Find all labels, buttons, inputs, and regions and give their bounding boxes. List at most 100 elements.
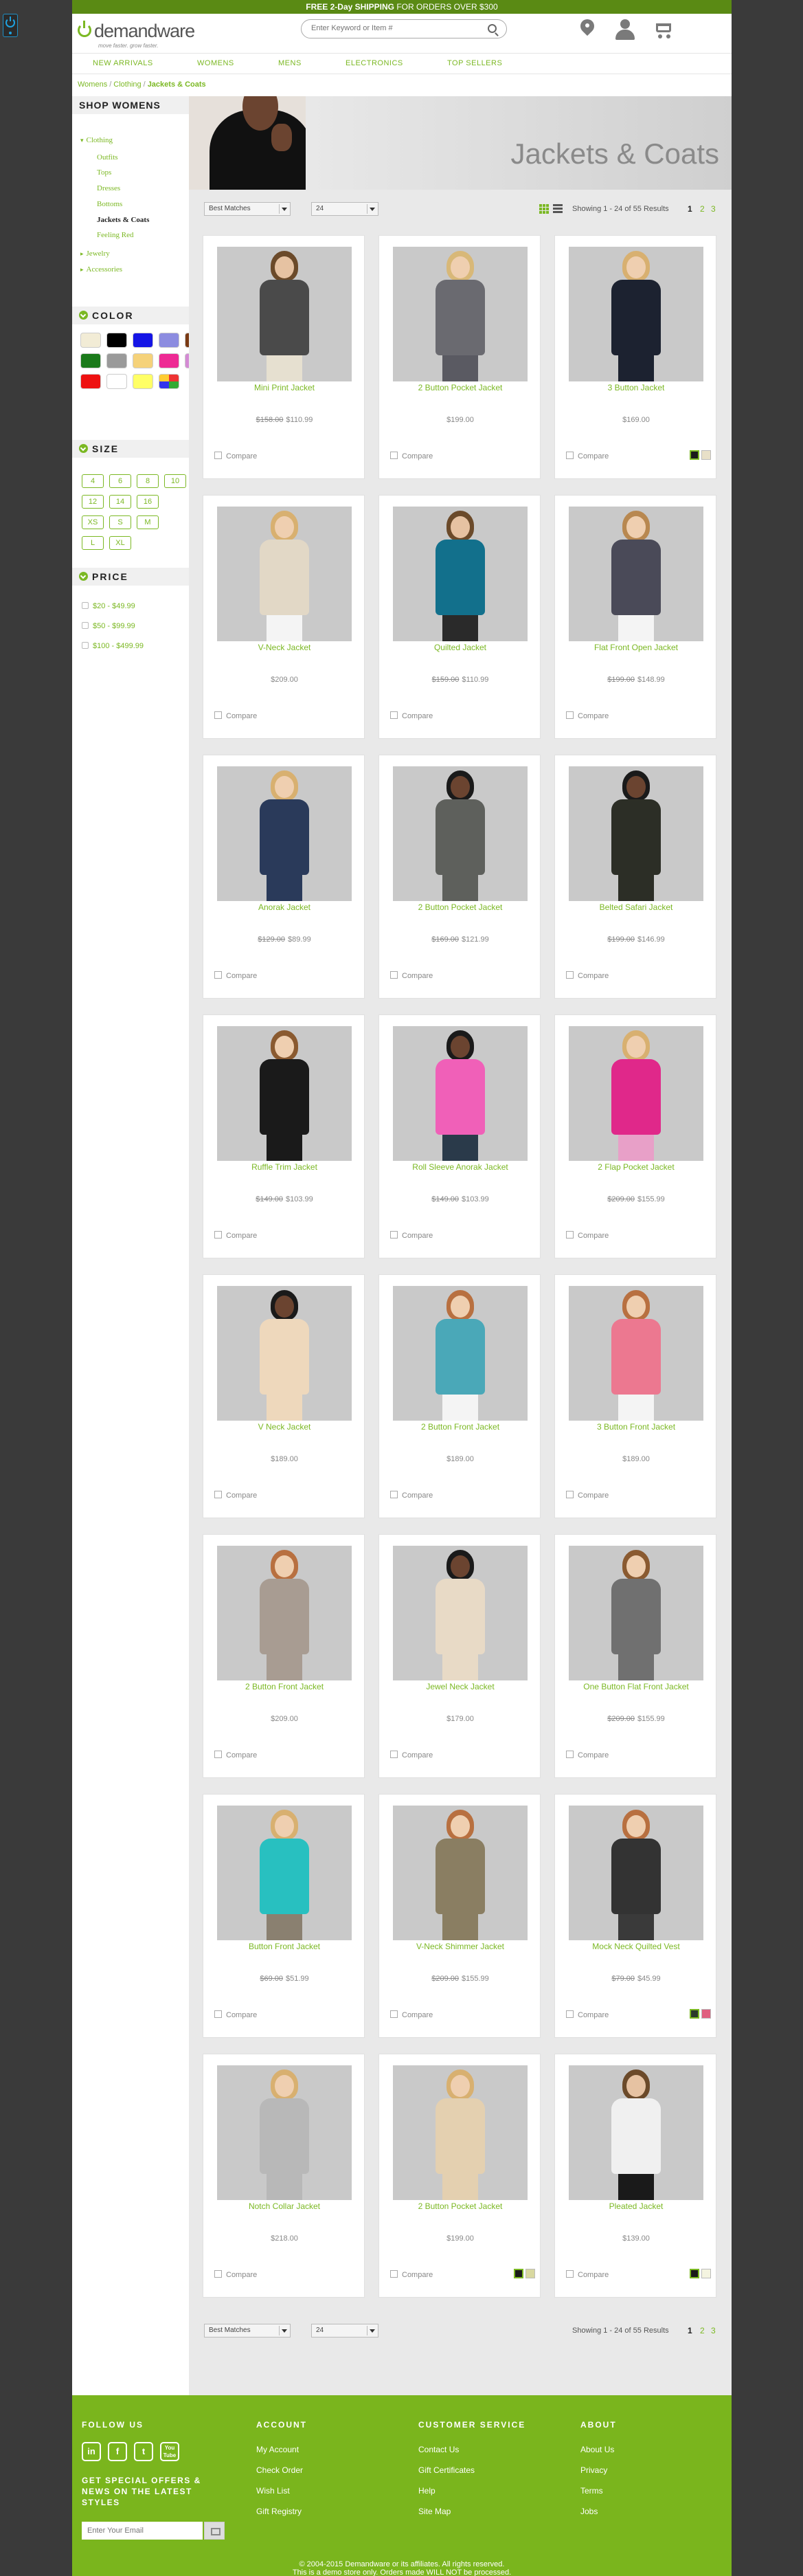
checkbox[interactable] xyxy=(82,602,89,609)
checkbox[interactable] xyxy=(390,1491,398,1498)
checkbox[interactable] xyxy=(566,452,574,459)
product-color-swatch[interactable] xyxy=(525,2269,535,2278)
product-tile[interactable]: Jewel Neck Jacket $179.00 Compare xyxy=(378,1534,541,1778)
product-name[interactable]: Pleated Jacket xyxy=(555,2201,717,2211)
product-name[interactable]: 2 Button Pocket Jacket xyxy=(379,902,541,912)
sort-select[interactable]: Best Matches xyxy=(204,2324,291,2338)
color-swatch[interactable] xyxy=(106,374,127,389)
size-option[interactable]: 14 xyxy=(109,495,131,509)
search-input[interactable] xyxy=(311,24,476,32)
product-image[interactable] xyxy=(569,2065,703,2200)
price-filter[interactable]: $100 - $499.99 xyxy=(82,642,144,650)
footer-link[interactable]: Privacy xyxy=(580,2465,607,2475)
compare-checkbox[interactable]: Compare xyxy=(566,1751,609,1759)
checkbox[interactable] xyxy=(214,2010,222,2018)
page-2[interactable]: 2 xyxy=(700,204,705,214)
product-name[interactable]: 2 Button Front Jacket xyxy=(203,1682,365,1691)
product-image[interactable] xyxy=(393,1026,528,1161)
checkbox[interactable] xyxy=(566,2010,574,2018)
checkbox[interactable] xyxy=(214,711,222,719)
checkbox[interactable] xyxy=(214,971,222,979)
product-tile[interactable]: V Neck Jacket $189.00 Compare xyxy=(203,1274,365,1518)
product-image[interactable] xyxy=(393,2065,528,2200)
product-tile[interactable]: 2 Button Pocket Jacket $169.00 $121.99 Comp… xyxy=(378,755,541,999)
color-swatch[interactable] xyxy=(106,353,127,368)
checkbox[interactable] xyxy=(390,971,398,979)
product-image[interactable] xyxy=(569,1286,703,1421)
compare-checkbox[interactable]: Compare xyxy=(390,1231,433,1240)
nav-electronics[interactable]: ELECTRONICS xyxy=(346,59,403,67)
size-option[interactable]: L xyxy=(82,536,104,550)
product-name[interactable]: Mini Print Jacket xyxy=(203,383,365,392)
checkbox[interactable] xyxy=(566,1751,574,1758)
checkbox[interactable] xyxy=(82,642,89,649)
compare-checkbox[interactable]: Compare xyxy=(214,2010,257,2019)
newsletter-email-input[interactable] xyxy=(82,2522,203,2540)
nav-mens[interactable]: MENS xyxy=(278,59,302,67)
product-image[interactable] xyxy=(393,1806,528,1940)
checkbox[interactable] xyxy=(214,1491,222,1498)
product-name[interactable]: Mock Neck Quilted Vest xyxy=(555,1942,717,1951)
product-tile[interactable]: V-Neck Shimmer Jacket $209.00 $155.99 Compa… xyxy=(378,1794,541,2038)
product-color-swatch[interactable] xyxy=(690,2009,699,2019)
footer-link[interactable]: Check Order xyxy=(256,2465,303,2475)
product-name[interactable]: Quilted Jacket xyxy=(379,643,541,652)
footer-link[interactable]: Help xyxy=(418,2486,436,2496)
product-image[interactable] xyxy=(569,1026,703,1161)
product-image[interactable] xyxy=(217,507,352,641)
product-color-swatch[interactable] xyxy=(701,450,711,460)
product-tile[interactable]: Ruffle Trim Jacket $149.00 $103.99 Compare xyxy=(203,1014,365,1258)
compare-checkbox[interactable]: Compare xyxy=(566,2010,609,2019)
page-2[interactable]: 2 xyxy=(700,2326,705,2335)
list-view-icon[interactable] xyxy=(553,204,563,214)
linkedin-icon[interactable]: in xyxy=(82,2442,101,2461)
product-name[interactable]: Anorak Jacket xyxy=(203,902,365,912)
color-swatch[interactable] xyxy=(133,374,153,389)
footer-link[interactable]: Contact Us xyxy=(418,2445,459,2454)
product-image[interactable] xyxy=(217,1286,352,1421)
compare-checkbox[interactable]: Compare xyxy=(214,452,257,460)
footer-link[interactable]: Jobs xyxy=(580,2507,598,2516)
checkbox[interactable] xyxy=(566,1491,574,1498)
sort-select[interactable]: Best Matches xyxy=(204,202,291,216)
product-color-swatch[interactable] xyxy=(701,2269,711,2278)
product-image[interactable] xyxy=(217,1026,352,1161)
compare-checkbox[interactable]: Compare xyxy=(566,1491,609,1500)
size-refinement-header[interactable]: SIZE xyxy=(72,440,189,458)
product-tile[interactable]: Flat Front Open Jacket $199.00 $148.99 Comp… xyxy=(554,495,716,739)
checkbox[interactable] xyxy=(390,452,398,459)
footer-link[interactable]: Gift Registry xyxy=(256,2507,302,2516)
product-name[interactable]: 3 Button Front Jacket xyxy=(555,1422,717,1432)
product-image[interactable] xyxy=(393,247,528,381)
product-color-swatch[interactable] xyxy=(690,2269,699,2278)
compare-checkbox[interactable]: Compare xyxy=(390,971,433,980)
price-filter[interactable]: $20 - $49.99 xyxy=(82,602,135,610)
checkbox[interactable] xyxy=(566,971,574,979)
category-outfits[interactable]: Outfits xyxy=(97,153,118,162)
grid-view-icon[interactable] xyxy=(539,204,549,214)
size-option[interactable]: 10 xyxy=(164,474,186,488)
product-name[interactable]: V Neck Jacket xyxy=(203,1422,365,1432)
product-tile[interactable]: 3 Button Jacket $169.00 Compare xyxy=(554,235,716,479)
product-name[interactable]: V-Neck Shimmer Jacket xyxy=(379,1942,541,1951)
facebook-icon[interactable]: f xyxy=(108,2442,127,2461)
color-swatch[interactable] xyxy=(159,333,179,348)
size-option[interactable]: 4 xyxy=(82,474,104,488)
product-tile[interactable]: Anorak Jacket $129.00 $89.99 Compare xyxy=(203,755,365,999)
product-image[interactable] xyxy=(569,766,703,901)
product-image[interactable] xyxy=(217,766,352,901)
checkbox[interactable] xyxy=(566,1231,574,1239)
product-tile[interactable]: 2 Button Front Jacket $209.00 Compare xyxy=(203,1534,365,1778)
checkbox[interactable] xyxy=(390,2010,398,2018)
product-image[interactable] xyxy=(217,2065,352,2200)
product-name[interactable]: 3 Button Jacket xyxy=(555,383,717,392)
checkbox[interactable] xyxy=(214,1751,222,1758)
product-tile[interactable]: 2 Button Pocket Jacket $199.00 Compare xyxy=(378,235,541,479)
nav-top-sellers[interactable]: TOP SELLERS xyxy=(447,59,502,67)
color-refinement-header[interactable]: COLOR xyxy=(72,307,189,324)
product-image[interactable] xyxy=(217,1546,352,1680)
product-tile[interactable]: One Button Flat Front Jacket $209.00 $155.… xyxy=(554,1534,716,1778)
user-icon[interactable] xyxy=(615,19,635,40)
product-image[interactable] xyxy=(217,247,352,381)
checkbox[interactable] xyxy=(214,452,222,459)
